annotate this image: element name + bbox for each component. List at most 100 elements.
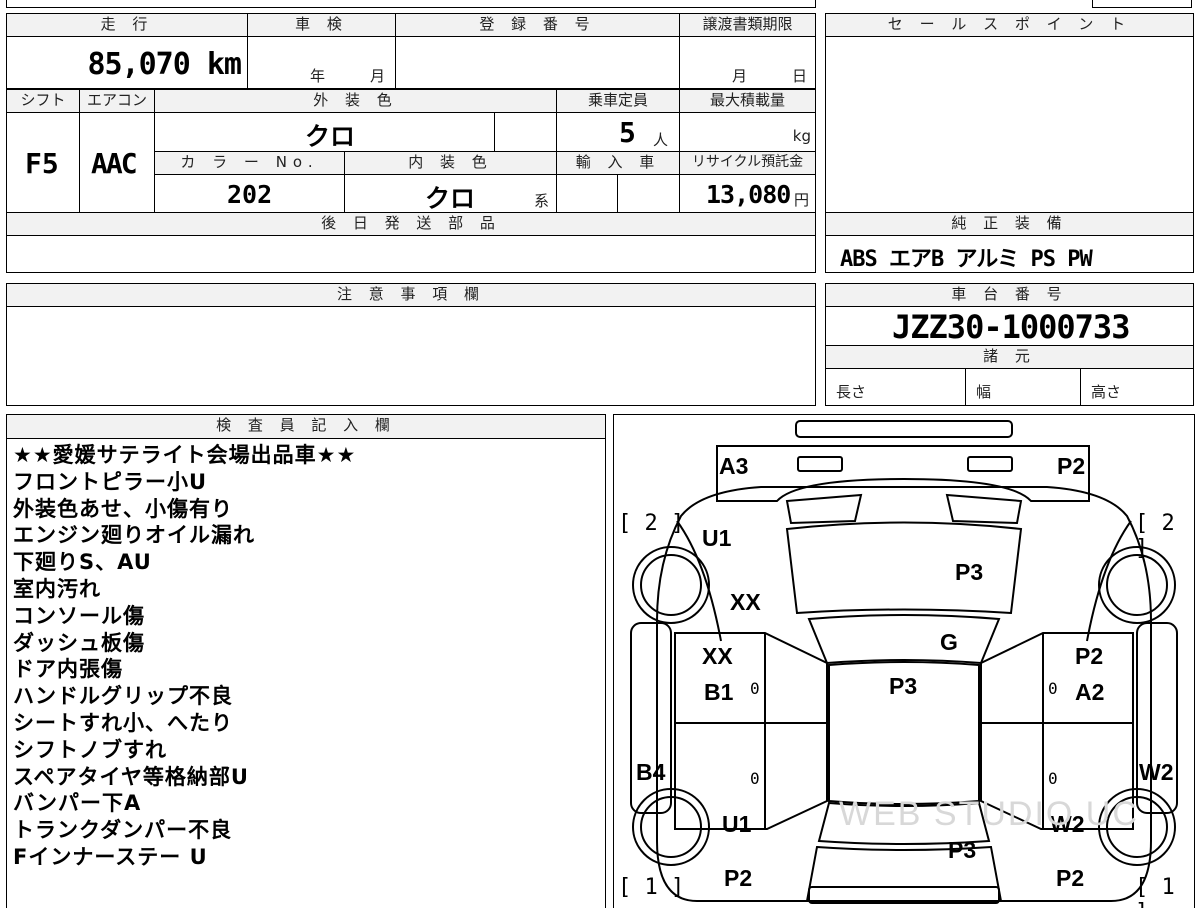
exterior-color-cell: クロ: [154, 112, 495, 152]
mileage-value: 85,070 km: [87, 47, 242, 82]
label-a3: A3: [719, 453, 749, 479]
top-cut-strip: [6, 0, 816, 8]
bracket-rear-left: [ 1 ]: [618, 875, 685, 900]
label-p2-right-door: P2: [1075, 643, 1104, 669]
recycle-unit: 円: [794, 191, 810, 209]
registration-cell: [395, 36, 680, 89]
chassis-cell: JZZ30-1000733: [825, 306, 1194, 346]
caution-cell: [6, 306, 816, 406]
specs-width-label: 幅: [976, 383, 992, 401]
wheel-front-left-inner: [640, 554, 702, 616]
sales-point-cell: [825, 36, 1194, 213]
import-header: 輸 入 車: [556, 151, 680, 175]
color-number-value: 202: [227, 180, 273, 209]
front-light-left: [797, 456, 843, 472]
hood: [785, 521, 1023, 615]
label-g-windshield: G: [940, 629, 958, 655]
label-p2-rear-left: P2: [724, 865, 753, 891]
grille-right: [945, 493, 1023, 525]
right-fender-line: [1086, 520, 1132, 642]
label-p2-rear-right: P2: [1056, 865, 1085, 891]
chassis-value: JZZ30-1000733: [892, 308, 1130, 346]
interior-color-cell: クロ 系: [344, 174, 557, 213]
ac-cell: AAC: [79, 112, 155, 213]
label-xx-fender: XX: [730, 589, 761, 615]
note-line: ドア内張傷: [13, 657, 123, 682]
bracket-front-right: [ 2 ]: [1135, 511, 1175, 561]
note-line: Fインナーステー U: [13, 844, 208, 869]
note-line: バンパー下A: [13, 791, 142, 816]
capacity-unit: 人: [653, 131, 669, 149]
top-cut-strip-right: [1092, 0, 1192, 8]
note-line: トランクダンパー不良: [13, 818, 233, 843]
ac-value: AAC: [91, 147, 138, 180]
zero-marker: 0: [750, 769, 760, 788]
capacity-value: 5: [619, 116, 636, 149]
shaken-year: 年: [310, 67, 326, 85]
zero-marker: 0: [1048, 679, 1058, 698]
color-number-cell: 202: [154, 174, 345, 213]
inspector-notes-cell: ★★愛媛サテライト会場出品車★★ フロントピラー小U 外装色あせ、小傷有り エン…: [6, 438, 606, 908]
shaken-cell: 年 月: [247, 36, 396, 89]
label-b1: B1: [704, 679, 734, 705]
registration-header: 登 録 番 号: [395, 13, 680, 37]
sales-point-header: セ ー ル ス ポ イ ン ト: [825, 13, 1194, 37]
note-line: ダッシュ板傷: [13, 630, 145, 655]
zero-marker: 0: [1048, 769, 1058, 788]
note-line: シートすれ小、へたり: [13, 710, 233, 735]
label-p3-hood: P3: [955, 559, 984, 585]
transfer-day: 日: [792, 67, 808, 85]
max-load-header: 最大積載量: [679, 89, 816, 113]
shaken-month: 月: [370, 67, 386, 85]
specs-header: 諸 元: [825, 345, 1194, 369]
label-b4: B4: [636, 759, 666, 785]
specs-height-label: 高さ: [1091, 383, 1122, 401]
interior-color-header: 内 装 色: [344, 151, 557, 175]
label-w2-right: W2: [1139, 759, 1174, 785]
max-load-cell: kg: [679, 112, 816, 152]
front-light-right: [967, 456, 1013, 472]
caution-header: 注 意 事 項 欄: [6, 283, 816, 307]
label-u1-front-left: U1: [702, 525, 732, 551]
recycle-value: 13,080: [706, 180, 791, 209]
front-bumper: [716, 445, 1090, 502]
front-bumper-bar: [795, 420, 1013, 438]
max-load-unit: kg: [792, 127, 811, 145]
interior-color-value: クロ: [425, 184, 476, 213]
note-line: スペアタイヤ等格納部U: [13, 764, 249, 789]
chassis-header: 車 台 番 号: [825, 283, 1194, 307]
front-door-right: [980, 632, 1134, 724]
wheel-front-right-inner: [1106, 554, 1168, 616]
note-line: 下廻りS、AU: [13, 550, 152, 575]
ac-header: エアコン: [79, 89, 155, 113]
transfer-month: 月: [732, 67, 748, 85]
equipment-header: 純 正 装 備: [825, 212, 1194, 236]
front-door-left: [674, 632, 828, 724]
windshield: [807, 614, 1001, 665]
import-cell-a: [556, 174, 618, 213]
note-line: シフトノブすれ: [13, 737, 167, 762]
exterior-color-extra-cell: [494, 112, 557, 152]
car-diagram-frame: A3 P2 U1 P3 XX G XX B1 P3 P2 A2 B4 W2 U1…: [613, 414, 1195, 908]
transfer-deadline-header: 譲渡書類期限: [679, 13, 816, 37]
note-line: エンジン廻りオイル漏れ: [13, 523, 255, 548]
note-line: 外装色あせ、小傷有り: [13, 496, 233, 521]
equipment-cell: ABS エアB アルミ PS PW: [825, 235, 1194, 273]
bracket-front-left: [ 2 ]: [618, 511, 685, 536]
equipment-items: ABS エアB アルミ PS PW: [840, 247, 1093, 272]
shaken-header: 車 検: [247, 13, 396, 37]
specs-length-cell: 長さ: [825, 368, 966, 406]
later-parts-header: 後 日 発 送 部 品: [6, 212, 816, 236]
label-xx-door: XX: [702, 643, 733, 669]
label-p2-front-right: P2: [1057, 453, 1086, 479]
later-parts-cell: [6, 235, 816, 273]
recycle-header: リサイクル預託金: [679, 151, 816, 175]
exterior-color-header: 外 装 色: [154, 89, 557, 113]
bracket-rear-right: [ 1 ]: [1135, 875, 1175, 908]
note-line: コンソール傷: [13, 603, 145, 628]
capacity-cell: 5 人: [556, 112, 680, 152]
label-p3-roof: P3: [889, 673, 918, 699]
inspector-header: 検 査 員 記 入 欄: [6, 414, 606, 439]
note-line: フロントピラー小U: [13, 469, 208, 494]
note-line: 室内汚れ: [13, 576, 101, 601]
